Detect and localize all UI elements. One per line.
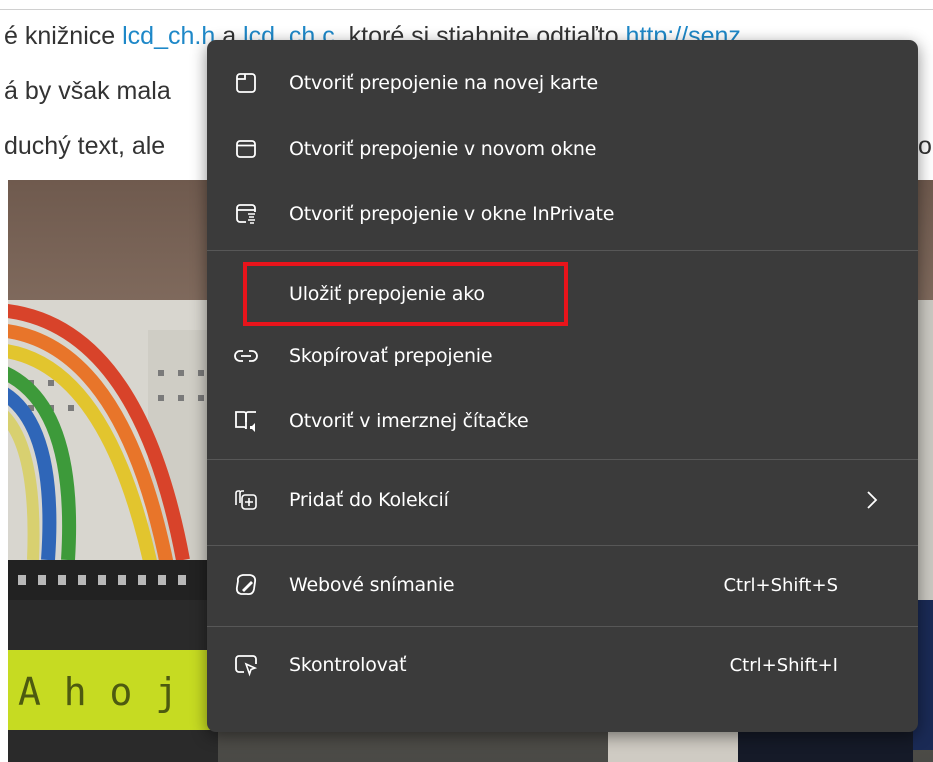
new-tab-icon xyxy=(232,69,260,97)
chevron-right-icon xyxy=(862,489,882,511)
menu-item-label: Otvoriť v imerznej čítačke xyxy=(289,410,529,432)
menu-item-open-inprivate[interactable]: Otvoriť prepojenie v okne InPrivate xyxy=(207,185,918,243)
new-window-icon xyxy=(232,135,260,163)
menu-item-copy-link[interactable]: Skopírovať prepojenie xyxy=(207,327,918,385)
menu-item-label: Otvoriť prepojenie v okne InPrivate xyxy=(289,203,615,225)
shortcut-label: Ctrl+Shift+I xyxy=(729,654,838,676)
menu-separator xyxy=(207,250,918,251)
menu-item-label: Otvoriť prepojenie na novej karte xyxy=(289,72,599,94)
menu-item-inspect[interactable]: Skontrolovať Ctrl+Shift+I xyxy=(207,636,918,694)
menu-item-add-to-collections[interactable]: Pridať do Kolekcií xyxy=(207,471,918,529)
menu-item-label: Skopírovať prepojenie xyxy=(289,345,493,367)
immersive-reader-icon xyxy=(232,407,260,435)
article-line-3: duchý text, ale xyxy=(4,132,166,160)
web-capture-icon xyxy=(232,571,260,599)
add-to-collections-icon xyxy=(232,486,260,514)
inspect-icon xyxy=(232,651,260,679)
menu-item-immersive-reader[interactable]: Otvoriť v imerznej čítačke xyxy=(207,392,918,450)
menu-separator xyxy=(207,545,918,546)
menu-separator xyxy=(207,626,918,627)
inprivate-icon xyxy=(232,200,260,228)
svg-text:A h o j: A h o j xyxy=(18,670,178,714)
menu-item-web-capture[interactable]: Webové snímanie Ctrl+Shift+S xyxy=(207,556,918,614)
menu-separator xyxy=(207,459,918,460)
menu-item-label: Pridať do Kolekcií xyxy=(289,489,449,511)
menu-item-label: Webové snímanie xyxy=(289,574,455,596)
context-menu: Otvoriť prepojenie na novej karte Otvori… xyxy=(207,40,918,732)
menu-item-label: Otvoriť prepojenie v novom okne xyxy=(289,138,597,160)
article-line-3-right: ol xyxy=(918,132,933,160)
menu-item-open-new-tab[interactable]: Otvoriť prepojenie na novej karte xyxy=(207,54,918,112)
menu-item-open-new-window[interactable]: Otvoriť prepojenie v novom okne xyxy=(207,120,918,178)
red-highlight-box xyxy=(243,262,568,326)
article-text: é knižnice xyxy=(4,22,123,50)
shortcut-label: Ctrl+Shift+S xyxy=(723,574,838,596)
menu-item-label: Skontrolovať xyxy=(289,654,407,676)
article-line-2: á by však mala xyxy=(4,77,171,105)
link-icon xyxy=(232,342,260,370)
page-top-border xyxy=(0,0,933,10)
link-lcd-ch-h[interactable]: lcd_ch.h xyxy=(122,22,215,50)
